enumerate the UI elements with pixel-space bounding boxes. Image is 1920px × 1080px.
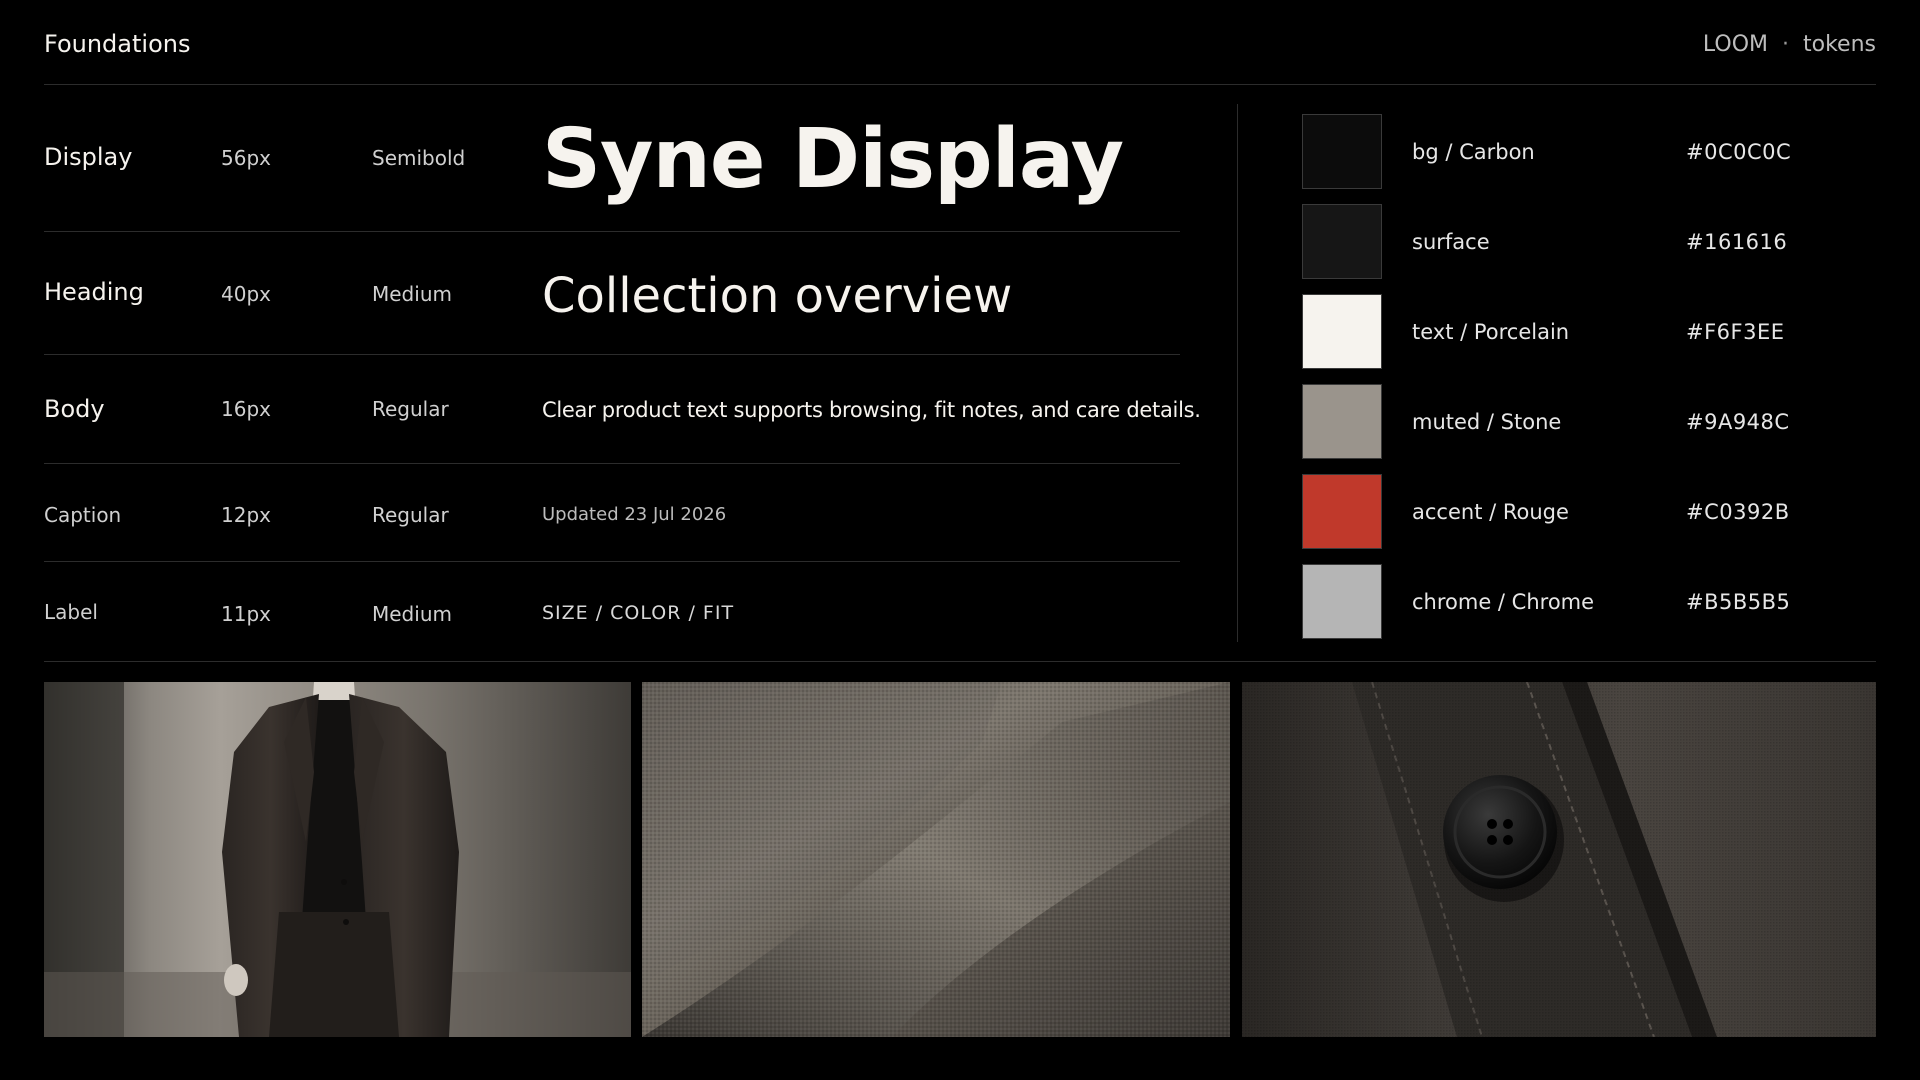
swatch-chrome: chrome / Chrome #B5B5B5 <box>1302 564 1876 654</box>
swatch-surface: surface #161616 <box>1302 204 1876 294</box>
type-style-weight: Regular <box>372 397 449 421</box>
imagery-gallery <box>44 682 1876 1037</box>
type-row-body: Body 16px Regular Clear product text sup… <box>44 355 1201 464</box>
color-chip <box>1302 204 1382 279</box>
color-token-name: text / Porcelain <box>1412 320 1570 344</box>
type-row-heading: Heading 40px Medium Collection overview <box>44 232 1180 355</box>
color-hex-value: #161616 <box>1686 230 1788 254</box>
type-style-sample: Syne Display <box>542 112 1124 207</box>
type-style-name: Heading <box>44 278 144 306</box>
type-style-weight: Semibold <box>372 146 466 170</box>
type-style-name: Body <box>44 395 105 423</box>
tailored-jacket-photo <box>44 682 631 1037</box>
type-style-name: Label <box>44 600 98 624</box>
color-hex-value: #9A948C <box>1686 410 1790 434</box>
foundations-page: Foundations LOOM · tokens Display 56px Sem… <box>0 0 1920 1080</box>
brand-name: LOOM <box>1702 32 1769 57</box>
type-style-weight: Medium <box>372 282 452 306</box>
type-style-size: 12px <box>221 503 271 527</box>
color-chip <box>1302 384 1382 459</box>
swatch-porcelain: text / Porcelain #F6F3EE <box>1302 294 1876 384</box>
brand-breadcrumb: LOOM · tokens <box>1703 32 1876 57</box>
type-style-weight: Regular <box>372 503 449 527</box>
type-row-display: Display 56px Semibold Syne Display <box>44 86 1180 232</box>
color-token-name: muted / Stone <box>1412 410 1562 434</box>
type-style-size: 16px <box>221 397 271 421</box>
color-chip <box>1302 564 1382 639</box>
swatch-stone: muted / Stone #9A948C <box>1302 384 1876 474</box>
column-divider <box>1237 104 1238 642</box>
page-title: Foundations <box>44 30 191 58</box>
swatch-rouge: accent / Rouge #C0392B <box>1302 474 1876 564</box>
swatch-carbon: bg / Carbon #0C0C0C <box>1302 114 1876 204</box>
color-hex-value: #B5B5B5 <box>1686 590 1791 614</box>
type-style-size: 56px <box>221 146 271 170</box>
color-hex-value: #0C0C0C <box>1686 140 1792 164</box>
color-chip <box>1302 474 1382 549</box>
button-detail-photo <box>1242 682 1876 1037</box>
type-style-sample: Collection overview <box>542 268 1013 324</box>
breadcrumb-separator: · <box>1782 32 1790 57</box>
type-row-label: Label 11px Medium SIZE / COLOR / FIT <box>44 562 1180 660</box>
color-token-name: surface <box>1412 230 1490 254</box>
type-style-sample: SIZE / COLOR / FIT <box>542 602 735 624</box>
type-style-sample: Clear product text supports browsing, fi… <box>542 398 1201 422</box>
color-hex-value: #C0392B <box>1686 500 1790 524</box>
type-scale: Display 56px Semibold Syne Display Headi… <box>44 86 1201 660</box>
type-style-sample: Updated 23 Jul 2026 <box>542 504 727 525</box>
color-chip <box>1302 114 1382 189</box>
type-style-name: Caption <box>44 503 122 527</box>
type-style-name: Display <box>44 143 133 171</box>
color-token-name: bg / Carbon <box>1412 140 1535 164</box>
type-style-size: 40px <box>221 282 271 306</box>
type-row-caption: Caption 12px Regular Updated 23 Jul 2026 <box>44 464 1180 562</box>
section-name: tokens <box>1803 32 1876 57</box>
color-chip <box>1302 294 1382 369</box>
section-divider <box>44 661 1876 662</box>
fabric-texture-photo <box>642 682 1230 1037</box>
color-hex-value: #F6F3EE <box>1686 320 1785 344</box>
type-style-size: 11px <box>221 602 271 626</box>
color-palette: bg / Carbon #0C0C0C surface #161616 text… <box>1302 114 1876 654</box>
color-token-name: chrome / Chrome <box>1412 590 1595 614</box>
color-token-name: accent / Rouge <box>1412 500 1569 524</box>
type-style-weight: Medium <box>372 602 452 626</box>
page-header: Foundations LOOM · tokens <box>44 0 1876 85</box>
